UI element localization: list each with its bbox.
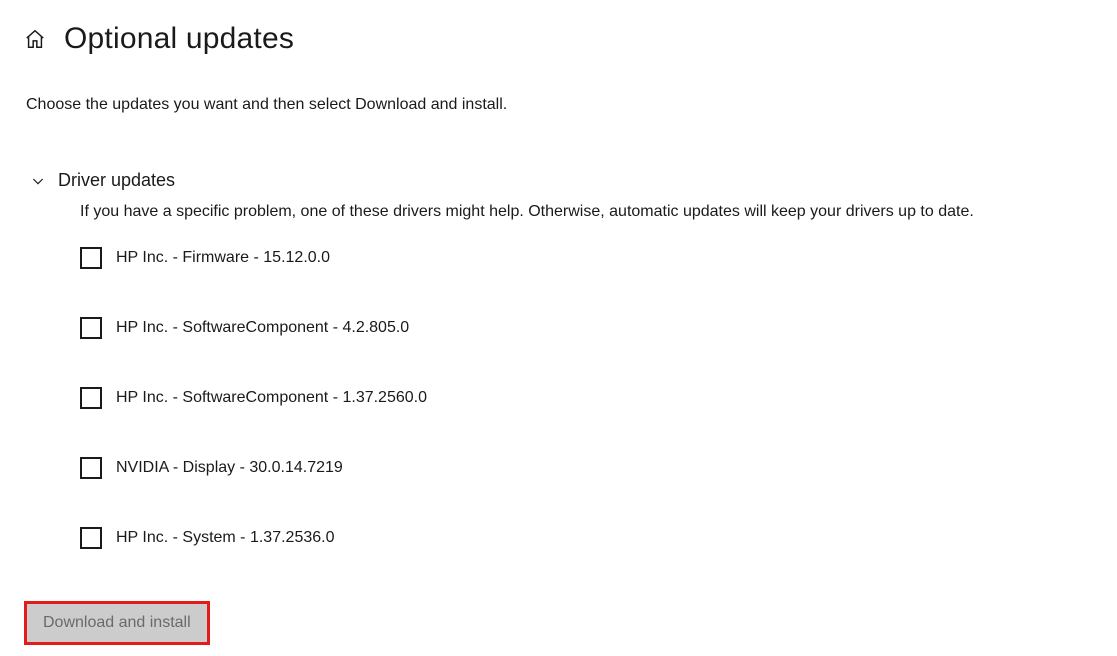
page-title: Optional updates xyxy=(64,22,294,56)
download-button-highlight: Download and install xyxy=(24,601,210,645)
update-checkbox[interactable] xyxy=(80,457,102,479)
section-description: If you have a specific problem, one of t… xyxy=(30,203,1093,221)
update-checkbox[interactable] xyxy=(80,317,102,339)
driver-updates-section: Driver updates If you have a specific pr… xyxy=(24,170,1093,549)
update-checkbox[interactable] xyxy=(80,387,102,409)
update-label: NVIDIA - Display - 30.0.14.7219 xyxy=(116,459,343,477)
update-label: HP Inc. - Firmware - 15.12.0.0 xyxy=(116,249,330,267)
update-label: HP Inc. - SoftwareComponent - 4.2.805.0 xyxy=(116,319,409,337)
home-icon[interactable] xyxy=(24,28,46,50)
page-header: Optional updates xyxy=(24,22,1093,56)
update-checkbox[interactable] xyxy=(80,247,102,269)
update-checkbox[interactable] xyxy=(80,527,102,549)
page-subtitle: Choose the updates you want and then sel… xyxy=(24,96,1093,114)
update-item: NVIDIA - Display - 30.0.14.7219 xyxy=(80,457,1093,479)
update-item: HP Inc. - SoftwareComponent - 1.37.2560.… xyxy=(80,387,1093,409)
update-item: HP Inc. - System - 1.37.2536.0 xyxy=(80,527,1093,549)
section-toggle[interactable]: Driver updates xyxy=(30,170,1093,191)
update-list: HP Inc. - Firmware - 15.12.0.0 HP Inc. -… xyxy=(30,247,1093,549)
update-label: HP Inc. - SoftwareComponent - 1.37.2560.… xyxy=(116,389,427,407)
update-label: HP Inc. - System - 1.37.2536.0 xyxy=(116,529,334,547)
section-title: Driver updates xyxy=(58,170,175,191)
update-item: HP Inc. - SoftwareComponent - 4.2.805.0 xyxy=(80,317,1093,339)
update-item: HP Inc. - Firmware - 15.12.0.0 xyxy=(80,247,1093,269)
download-install-button[interactable]: Download and install xyxy=(27,604,207,642)
chevron-down-icon xyxy=(30,173,46,189)
